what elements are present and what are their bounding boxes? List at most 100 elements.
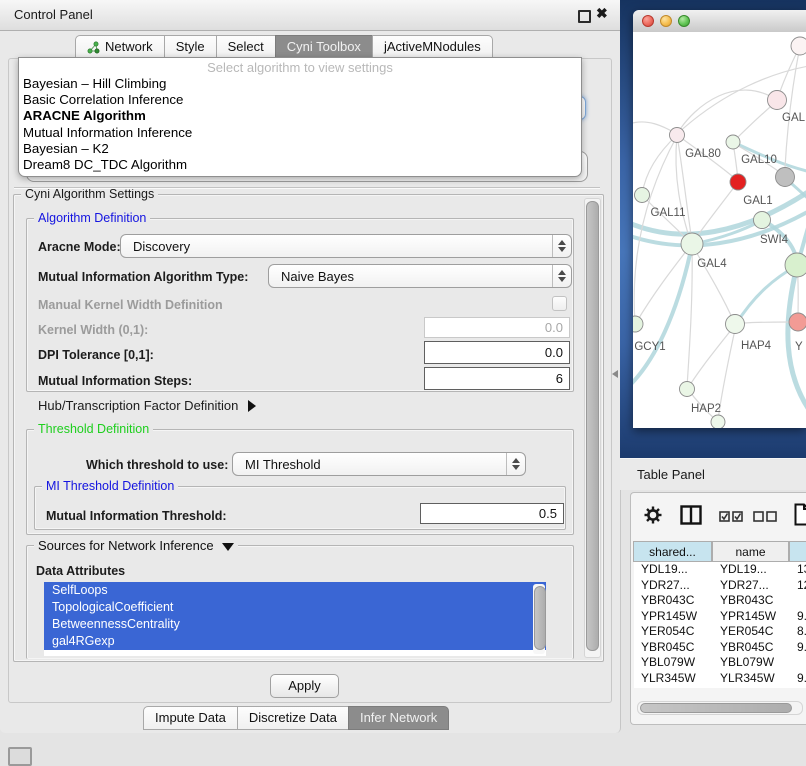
attribute-list-item[interactable]: BetweennessCentrality [44, 616, 546, 633]
dpi-tolerance-field[interactable]: 0.0 [424, 341, 570, 364]
network-node-bottom-node[interactable] [711, 415, 725, 428]
mi-threshold-field[interactable]: 0.5 [420, 503, 564, 524]
document-icon[interactable] [794, 503, 806, 526]
kernel-width-field[interactable]: 0.0 [424, 317, 570, 338]
aracne-mode-combo[interactable]: Discovery [120, 234, 572, 258]
mi-type-combo[interactable]: Naive Bayes [268, 264, 572, 288]
network-node-label: HAP2 [691, 403, 721, 415]
network-graph[interactable]: GALGAL80GAL10GAL1GAL11SWI4GAL4GCY1HAP4YH… [633, 32, 806, 428]
table-row[interactable]: YDR27...YDR27...12 [634, 578, 806, 594]
attribute-list-item[interactable]: TopologicalCoefficient [44, 599, 546, 616]
network-node-gal10[interactable] [726, 135, 740, 149]
bottom-tab-impute-data[interactable]: Impute Data [143, 706, 238, 730]
tab-cyni-toolbox[interactable]: Cyni Toolbox [275, 35, 373, 59]
minimized-panel-button[interactable] [8, 747, 32, 766]
network-node-cut-top[interactable] [791, 37, 806, 55]
gear-icon[interactable] [644, 506, 662, 524]
network-icon [87, 41, 100, 54]
table-hscrollbar[interactable] [637, 701, 803, 715]
mi-steps-field[interactable]: 6 [424, 367, 570, 390]
tab-network[interactable]: Network [75, 35, 165, 59]
network-node-salmon[interactable] [789, 313, 806, 331]
dropdown-item[interactable]: Mutual Information Inference [19, 125, 581, 141]
table-row[interactable]: YBL079WYBL079W [634, 655, 806, 671]
float-window-icon[interactable] [578, 10, 591, 23]
network-edge[interactable] [692, 245, 734, 322]
table-cell: 9. [790, 671, 806, 687]
network-node-gcy1[interactable] [633, 316, 643, 332]
attributes-scrollbar-thumb[interactable] [534, 586, 546, 650]
attribute-list-item[interactable]: SelfLoops [44, 582, 546, 599]
apply-button[interactable]: Apply [270, 674, 339, 698]
which-threshold-combo[interactable]: MI Threshold [232, 452, 526, 476]
table-row[interactable]: YIL052CYIL052C9 [634, 686, 806, 688]
network-canvas[interactable]: GALGAL80GAL10GAL1GAL11SWI4GAL4GCY1HAP4YH… [633, 32, 806, 428]
table-cell: YER054C [713, 624, 790, 640]
table-cell: YBL079W [713, 655, 790, 671]
mi-type-value: Naive Bayes [281, 269, 354, 284]
network-edge[interactable] [642, 135, 677, 194]
network-node-gal4[interactable] [681, 233, 703, 255]
table-cell: YPR145W [713, 609, 790, 625]
network-edge-thick[interactable] [633, 245, 692, 388]
network-node-gal80[interactable] [670, 128, 685, 143]
tab-jactivemnodules[interactable]: jActiveMNodules [372, 35, 493, 59]
checked-pair-icon[interactable] [719, 511, 743, 522]
network-edge[interactable] [785, 46, 800, 168]
network-node-gal1[interactable] [730, 174, 746, 190]
tab-select[interactable]: Select [216, 35, 276, 59]
columns-icon[interactable] [680, 505, 702, 525]
network-node-big-green[interactable] [785, 253, 806, 277]
table-row[interactable]: YBR043CYBR043C [634, 593, 806, 609]
network-edge[interactable] [688, 325, 735, 388]
splitter-collapse-icon[interactable] [612, 370, 618, 378]
network-node-swi4[interactable] [754, 212, 771, 229]
table-row[interactable]: YDL19...YDL19...13 [634, 562, 806, 578]
table-row[interactable]: YLR345WYLR345W9. [634, 671, 806, 687]
network-edge[interactable] [744, 322, 789, 323]
tab-style[interactable]: Style [164, 35, 217, 59]
table-row[interactable]: YBR045CYBR045C9. [634, 640, 806, 656]
dropdown-item[interactable]: Dream8 DC_TDC Algorithm [19, 157, 581, 173]
column-header[interactable]: shared... [633, 541, 712, 562]
attribute-list-item[interactable]: gal4RGexp [44, 633, 546, 650]
close-traffic-light-icon[interactable] [642, 15, 654, 27]
column-header[interactable] [789, 541, 806, 562]
close-icon[interactable]: ✖ [596, 5, 608, 22]
table-cell: 9. [790, 640, 806, 656]
mi-threshold-title: MI Threshold Definition [42, 479, 178, 493]
settings-scrollbar-thumb[interactable] [586, 201, 599, 651]
network-node-label: GAL1 [743, 195, 772, 207]
bottom-tab-infer-network[interactable]: Infer Network [348, 706, 449, 730]
settings-scrollbar[interactable] [584, 198, 601, 658]
sources-title: Sources for Network Inference [38, 538, 214, 553]
network-node-hap2[interactable] [680, 382, 695, 397]
network-node-hap4[interactable] [726, 315, 745, 334]
network-edge-thick[interactable] [788, 266, 806, 414]
dropdown-item[interactable]: Bayesian – K2 [19, 141, 581, 157]
table-cell: YBR043C [713, 593, 790, 609]
table-cell: YBR045C [713, 640, 790, 656]
sources-title-expander[interactable]: Sources for Network Inference [34, 538, 238, 553]
dropdown-item[interactable]: Bayesian – Hill Climbing [19, 76, 581, 92]
network-node-gal11[interactable] [635, 188, 650, 203]
network-node-label: GAL [782, 112, 806, 124]
column-header[interactable]: name [712, 541, 789, 562]
dropdown-item[interactable]: Basic Correlation Inference [19, 92, 581, 108]
hub-definition-expander[interactable]: Hub/Transcription Factor Definition [38, 398, 256, 413]
minimize-traffic-light-icon[interactable] [660, 15, 672, 27]
table-cell: 9 [790, 686, 806, 688]
table-hscrollbar-thumb[interactable] [640, 703, 792, 713]
attributes-scrollbar[interactable] [533, 584, 545, 654]
table-row[interactable]: YPR145WYPR145W9. [634, 609, 806, 625]
dropdown-item[interactable]: ARACNE Algorithm [19, 108, 581, 124]
collapse-down-icon [222, 543, 234, 551]
table-cell: 12 [790, 578, 806, 594]
network-node-gray-node[interactable] [776, 168, 795, 187]
network-node-gal-pink[interactable] [768, 91, 787, 110]
manual-kernel-checkbox[interactable] [552, 296, 567, 311]
table-row[interactable]: YER054CYER054C8. [634, 624, 806, 640]
unchecked-pair-icon[interactable] [753, 511, 777, 522]
zoom-traffic-light-icon[interactable] [678, 15, 690, 27]
bottom-tab-discretize-data[interactable]: Discretize Data [237, 706, 349, 730]
